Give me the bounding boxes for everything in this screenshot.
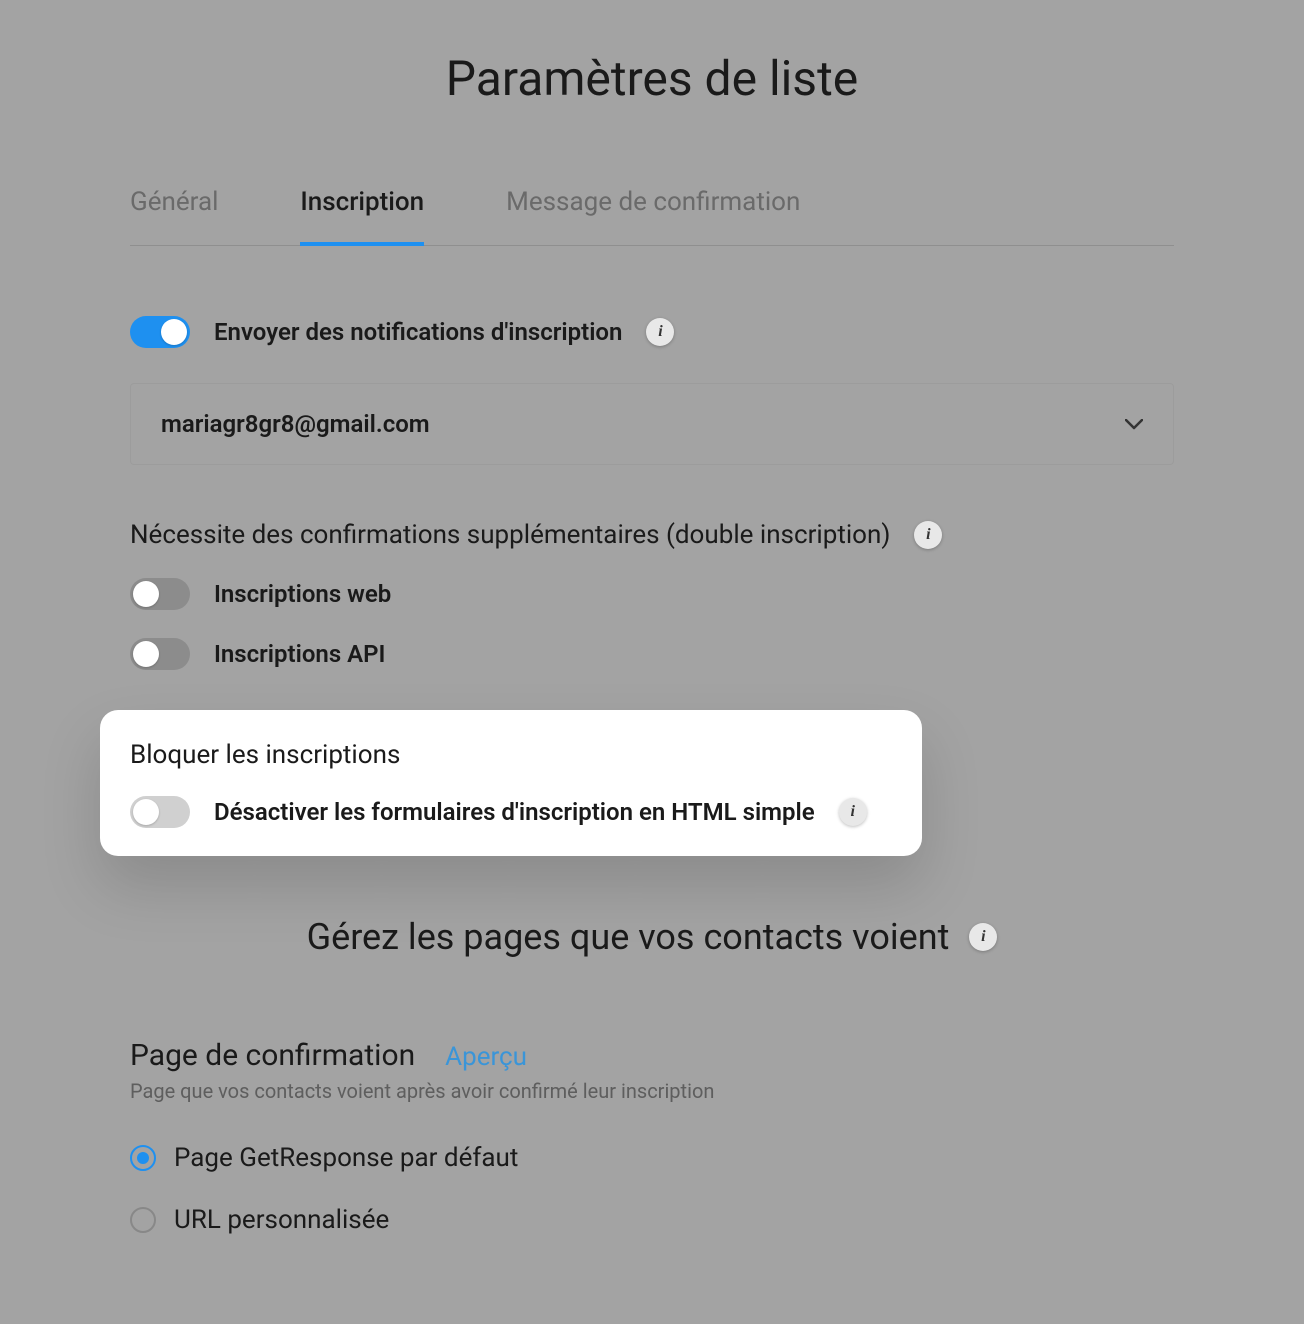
info-icon[interactable]: i xyxy=(646,318,674,346)
radio-custom-label: URL personnalisée xyxy=(174,1205,389,1235)
chevron-down-icon xyxy=(1125,412,1143,436)
web-subscriptions-label: Inscriptions web xyxy=(214,580,391,608)
info-icon[interactable]: i xyxy=(839,798,867,826)
radio-default-label: Page GetResponse par défaut xyxy=(174,1143,518,1173)
block-subscriptions-card: Bloquer les inscriptions Désactiver les … xyxy=(100,710,922,856)
toggle-disable-html-forms[interactable] xyxy=(130,796,190,828)
notifications-label: Envoyer des notifications d'inscription xyxy=(214,318,622,346)
manage-pages-heading: Gérez les pages que vos contacts voient … xyxy=(130,916,1174,958)
page-title: Paramètres de liste xyxy=(130,50,1174,107)
confirmation-page-title: Page de confirmation xyxy=(130,1038,415,1073)
confirmation-page-subtitle: Page que vos contacts voient après avoir… xyxy=(130,1079,1174,1103)
tab-subscription[interactable]: Inscription xyxy=(300,187,424,245)
toggle-knob xyxy=(133,799,159,825)
info-icon[interactable]: i xyxy=(914,521,942,549)
toggle-api-subscriptions[interactable] xyxy=(130,638,190,670)
toggle-knob xyxy=(133,581,159,607)
api-subscriptions-label: Inscriptions API xyxy=(214,640,385,668)
email-select-value: mariagr8gr8@gmail.com xyxy=(161,410,430,438)
additional-confirmations-heading: Nécessite des confirmations supplémentai… xyxy=(130,520,1174,550)
radio-default-page[interactable]: Page GetResponse par défaut xyxy=(130,1143,1174,1173)
disable-html-label: Désactiver les formulaires d'inscription… xyxy=(214,798,815,826)
preview-link[interactable]: Aperçu xyxy=(445,1042,527,1072)
tab-confirmation-message[interactable]: Message de confirmation xyxy=(506,187,800,245)
toggle-knob xyxy=(161,319,187,345)
radio-icon xyxy=(130,1145,156,1171)
block-subscriptions-heading: Bloquer les inscriptions xyxy=(130,740,892,770)
toggle-knob xyxy=(133,641,159,667)
info-icon[interactable]: i xyxy=(969,923,997,951)
radio-icon xyxy=(130,1207,156,1233)
manage-pages-text: Gérez les pages que vos contacts voient xyxy=(307,916,950,958)
email-select[interactable]: mariagr8gr8@gmail.com xyxy=(130,383,1174,465)
toggle-notifications[interactable] xyxy=(130,316,190,348)
radio-custom-url[interactable]: URL personnalisée xyxy=(130,1205,1174,1235)
tab-general[interactable]: Général xyxy=(130,187,218,245)
tabs: Général Inscription Message de confirmat… xyxy=(130,187,1174,246)
additional-confirmations-text: Nécessite des confirmations supplémentai… xyxy=(130,520,890,550)
toggle-web-subscriptions[interactable] xyxy=(130,578,190,610)
